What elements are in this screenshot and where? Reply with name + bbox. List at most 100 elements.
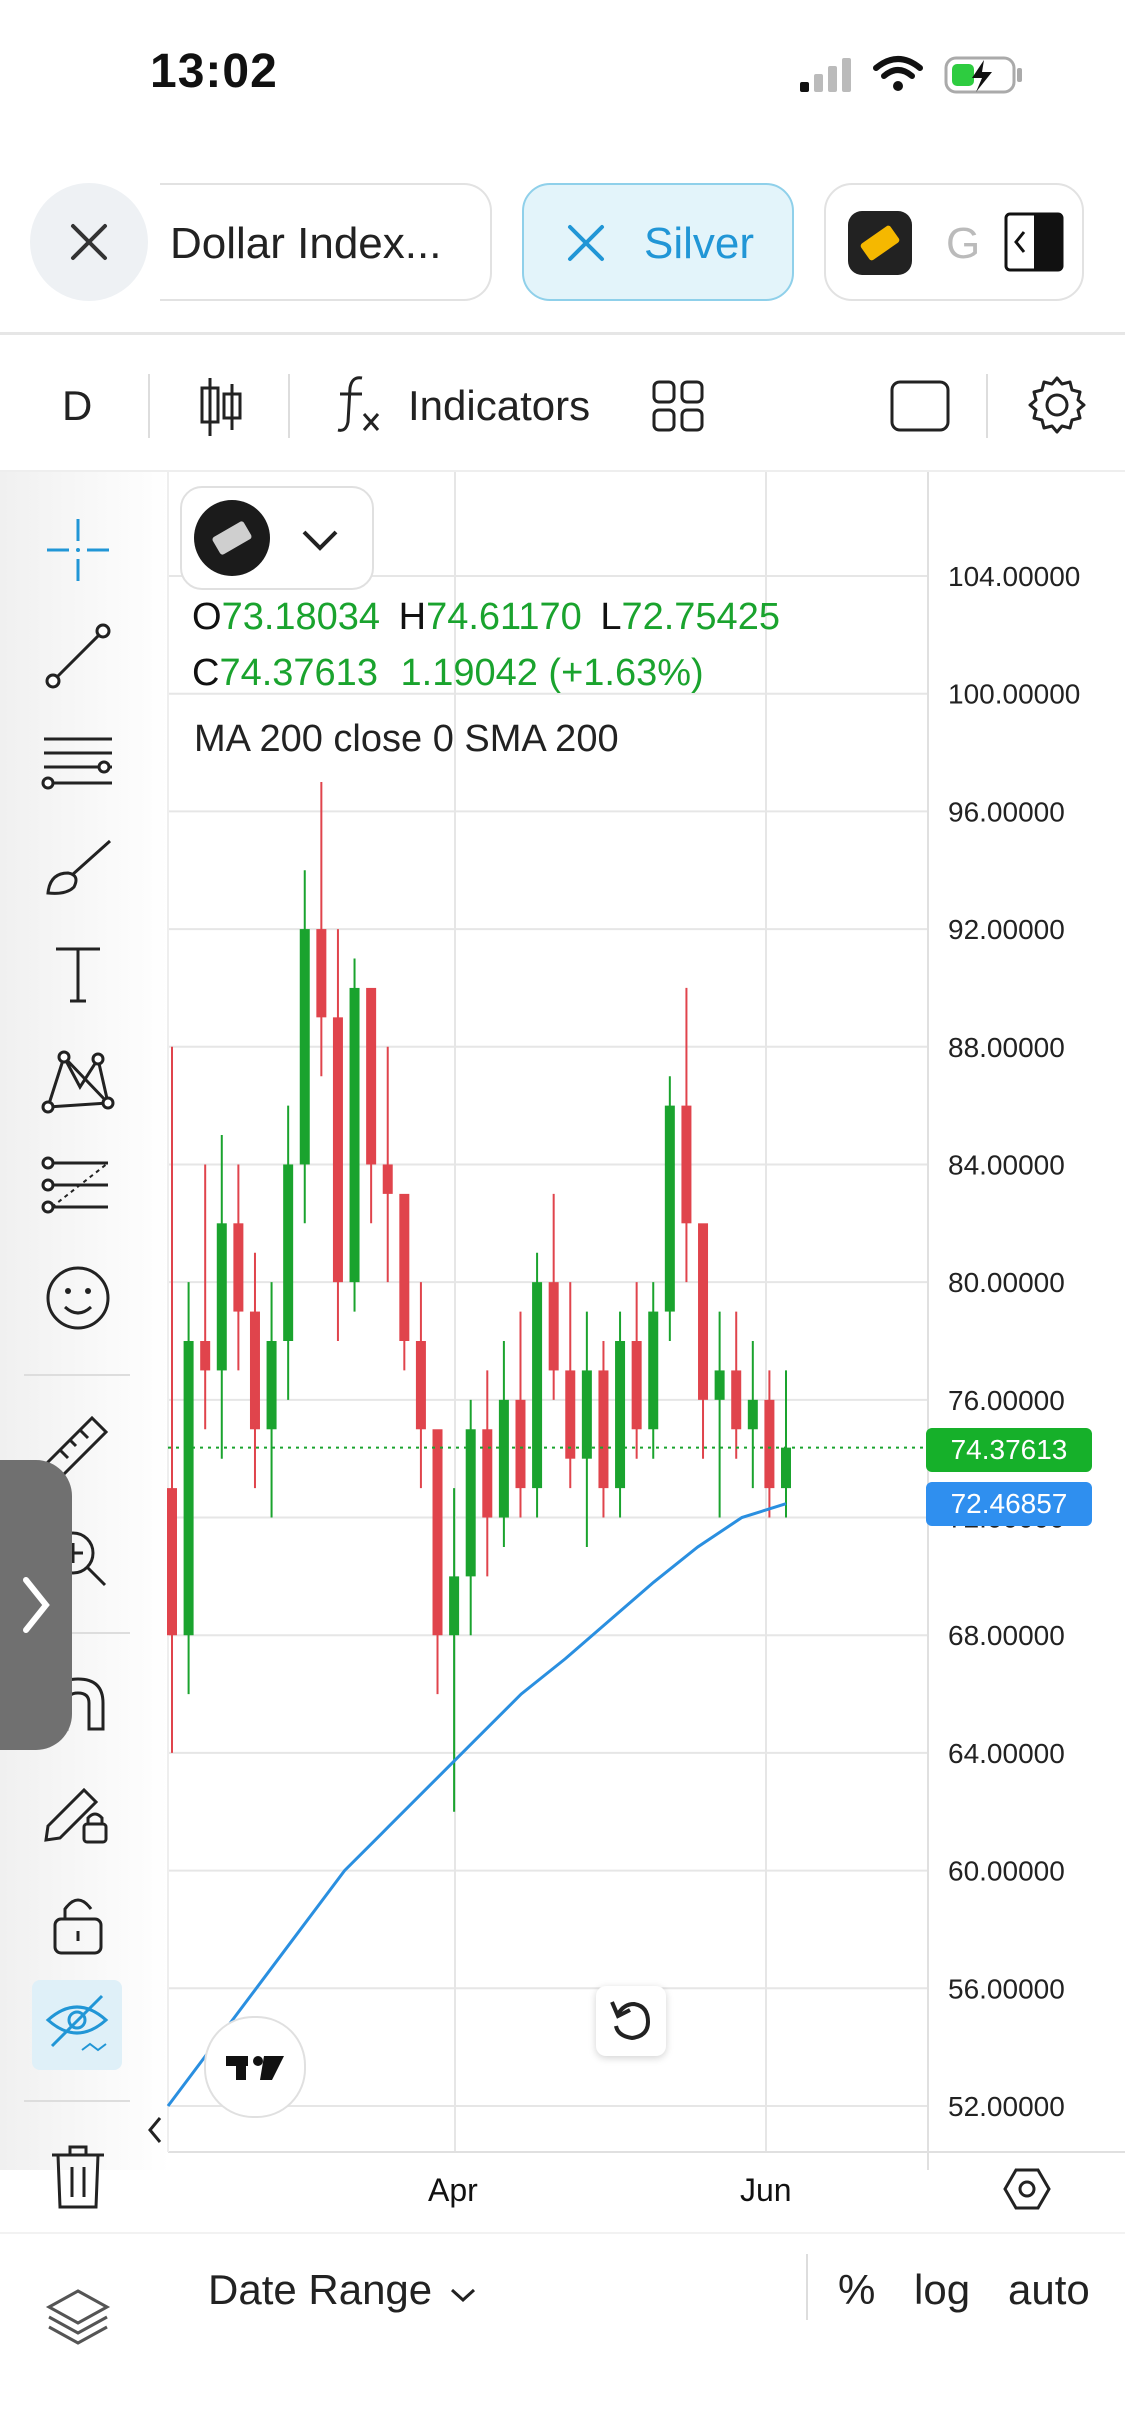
close-tabs-button[interactable] xyxy=(30,183,148,301)
layers-icon xyxy=(45,2289,111,2345)
text-icon xyxy=(56,947,100,1003)
time-label-jun: Jun xyxy=(740,2172,792,2208)
candle-body xyxy=(299,929,310,1165)
candle-body xyxy=(283,1164,294,1341)
eye-off-icon xyxy=(45,1994,109,2052)
candle-body xyxy=(631,1341,642,1430)
candle-body xyxy=(167,1488,177,1636)
silver-symbol-icon xyxy=(194,500,270,576)
chevron-right-icon xyxy=(23,1577,50,1633)
wifi-icon xyxy=(872,54,924,99)
tab-silver[interactable]: Silver xyxy=(522,183,794,301)
status-time: 13:02 xyxy=(150,45,278,98)
price-axis-label: 76.00000 xyxy=(948,1385,1065,1416)
signal-icon xyxy=(798,56,856,99)
change-value: 1.19042 (+1.63%) xyxy=(400,652,704,694)
log-toggle[interactable]: log xyxy=(914,2266,970,2314)
fullscreen-icon[interactable] xyxy=(890,380,950,437)
pattern-tool[interactable] xyxy=(30,1032,126,1128)
ma-price-badge: 72.46857 xyxy=(926,1482,1092,1526)
object-tree-tool[interactable] xyxy=(30,2270,126,2366)
trend-line-icon xyxy=(45,623,111,689)
price-axis-label: 64.00000 xyxy=(948,1738,1065,1769)
date-range-button[interactable]: Date Range xyxy=(208,2264,498,2324)
ma-indicator-label[interactable]: MA 200 close 0 SMA 200 xyxy=(194,718,619,761)
open-value: 73.18034 xyxy=(221,596,381,638)
candle-body xyxy=(648,1311,659,1430)
candle-body xyxy=(200,1341,211,1371)
candle-body xyxy=(316,929,327,1018)
candle-body xyxy=(332,1017,343,1283)
candle-body xyxy=(233,1223,244,1312)
trend-line-tool[interactable] xyxy=(30,608,126,704)
gold-symbol-icon xyxy=(848,211,912,275)
brush-icon xyxy=(46,839,112,895)
candle-body xyxy=(183,1341,194,1636)
symbol-selector[interactable] xyxy=(180,486,374,590)
close-tab-icon[interactable] xyxy=(566,223,606,263)
candle-body xyxy=(216,1223,227,1371)
time-label-apr: Apr xyxy=(428,2172,478,2208)
emoji-tool[interactable] xyxy=(30,1250,126,1346)
interval-button[interactable]: D xyxy=(62,382,92,430)
tools-divider xyxy=(24,1374,130,1376)
last-price-badge: 74.37613 xyxy=(926,1428,1092,1472)
scroll-left-icon[interactable] xyxy=(142,2110,168,2155)
layout-grid-icon[interactable] xyxy=(652,380,704,437)
tab-label: Dollar Index... xyxy=(170,219,442,268)
toolbar-divider xyxy=(148,374,150,438)
price-axis-label: 100.00000 xyxy=(948,679,1080,710)
text-tool[interactable] xyxy=(30,926,126,1022)
chevron-down-icon xyxy=(450,2288,476,2303)
indicators-button[interactable]: Indicators xyxy=(334,372,604,444)
axis-settings-icon[interactable] xyxy=(1002,2164,1052,2219)
tab-dollar-index[interactable]: Dollar Index... xyxy=(160,183,492,301)
tradingview-logo[interactable] xyxy=(204,2016,306,2118)
candle-body xyxy=(449,1576,460,1636)
candle-body xyxy=(532,1282,543,1489)
candle-body xyxy=(664,1105,675,1312)
brush-tool[interactable] xyxy=(30,820,126,916)
candle-body xyxy=(615,1341,626,1489)
candle-body xyxy=(249,1311,260,1430)
tab-row-divider xyxy=(0,332,1125,335)
hide-drawings-tool[interactable] xyxy=(32,1980,122,2070)
high-value: 74.61170 xyxy=(426,596,582,638)
tab-label: Silver xyxy=(644,219,755,268)
price-axis-label: 84.00000 xyxy=(948,1149,1065,1180)
price-axis-label: 80.00000 xyxy=(948,1267,1065,1298)
trash-icon xyxy=(52,2145,104,2209)
crosshair-tool[interactable] xyxy=(30,502,126,598)
candle-body xyxy=(482,1429,493,1518)
settings-gear-icon[interactable] xyxy=(1026,374,1088,441)
crosshair-icon xyxy=(47,519,109,581)
reset-chart-button[interactable] xyxy=(596,1986,666,2056)
collapse-panel-icon[interactable] xyxy=(1004,212,1064,272)
ohlc-line-1: O73.18034 H74.61170 L72.75425 xyxy=(192,596,780,639)
prediction-tool[interactable] xyxy=(30,1138,126,1234)
candle-type-icon[interactable] xyxy=(196,374,246,445)
price-axis-label: 52.00000 xyxy=(948,2091,1065,2122)
candle-body xyxy=(764,1399,775,1489)
horizontal-lines-tool[interactable] xyxy=(30,714,126,810)
candle-body xyxy=(565,1370,576,1459)
candle-body xyxy=(349,987,360,1283)
ohlc-line-2: C74.37613 1.19042 (+1.63%) xyxy=(192,652,704,695)
horizontal-lines-icon xyxy=(41,737,112,790)
price-axis-label: 56.00000 xyxy=(948,1973,1065,2004)
price-axis-label: 96.00000 xyxy=(948,796,1065,827)
chevron-down-icon xyxy=(302,530,338,551)
toolbar-divider xyxy=(986,374,988,438)
candle-body xyxy=(548,1282,559,1371)
auto-toggle[interactable]: auto xyxy=(1008,2266,1090,2314)
candle-body xyxy=(598,1370,609,1489)
price-axis-label: 68.00000 xyxy=(948,1620,1065,1651)
percent-toggle[interactable]: % xyxy=(838,2266,875,2314)
candle-body xyxy=(581,1370,592,1459)
lock-drawings-tool[interactable] xyxy=(30,1764,126,1860)
remove-drawings-tool[interactable] xyxy=(30,2128,126,2224)
expand-sidebar-handle[interactable] xyxy=(0,1460,72,1750)
candle-body xyxy=(382,1164,393,1194)
high-prefix: H xyxy=(398,596,427,638)
lock-tool[interactable] xyxy=(30,1876,126,1972)
